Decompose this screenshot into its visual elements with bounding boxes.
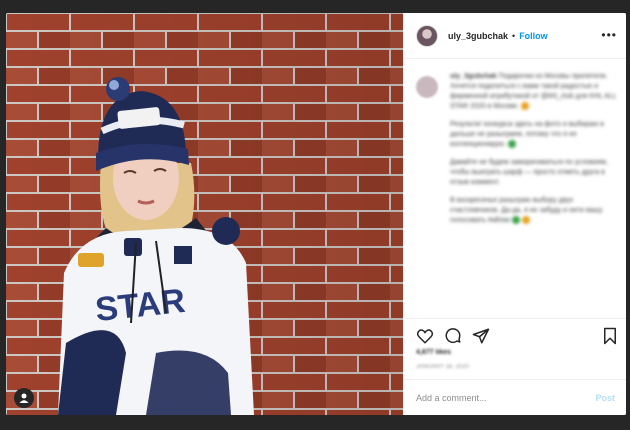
follow-button[interactable]: Follow — [519, 31, 548, 41]
caption-avatar[interactable] — [416, 76, 438, 98]
bookmark-icon[interactable] — [601, 327, 619, 345]
likes-count[interactable]: 4,677 likes — [416, 349, 451, 356]
comment-input[interactable] — [416, 392, 596, 403]
caption-username[interactable]: uly_3gubchak — [450, 73, 497, 80]
username-link[interactable]: uly_3gubchak — [448, 31, 508, 41]
emoji-icon — [521, 102, 530, 111]
share-icon[interactable] — [472, 327, 490, 345]
post-modal: STAR uly_3gubchak • Follow ••• uly_3gubc… — [6, 13, 626, 415]
post-date: JANUARY 18, 2020 — [416, 364, 469, 370]
emoji-icon — [512, 216, 521, 225]
more-options-icon[interactable]: ••• — [601, 28, 617, 42]
comment-bar: Post — [404, 379, 626, 415]
emoji-icon — [522, 216, 531, 225]
user-icon — [19, 393, 29, 403]
post-actions — [404, 318, 626, 353]
emoji-icon — [508, 140, 517, 149]
caption-text: uly_3gubchak Подарочки из Москвы прилете… — [450, 72, 620, 234]
post-header: uly_3gubchak • Follow ••• — [404, 13, 626, 59]
caption-area: uly_3gubchak Подарочки из Москвы прилете… — [404, 60, 626, 318]
post-photo-image: STAR — [6, 13, 403, 415]
avatar[interactable] — [416, 24, 438, 47]
comment-icon[interactable] — [444, 327, 462, 345]
tagged-user-button[interactable] — [14, 388, 34, 408]
separator-dot: • — [512, 30, 516, 41]
caption-paragraph-2: Результат конкурса здесь на фото и выбир… — [450, 121, 604, 148]
post-sidebar: uly_3gubchak • Follow ••• uly_3gubchak П… — [403, 13, 626, 415]
post-photo[interactable]: STAR — [6, 13, 403, 415]
post-comment-button[interactable]: Post — [595, 393, 615, 403]
caption-paragraph-3: Давайте не будем заморачиваться по услов… — [450, 159, 608, 186]
heart-icon[interactable] — [416, 327, 434, 345]
